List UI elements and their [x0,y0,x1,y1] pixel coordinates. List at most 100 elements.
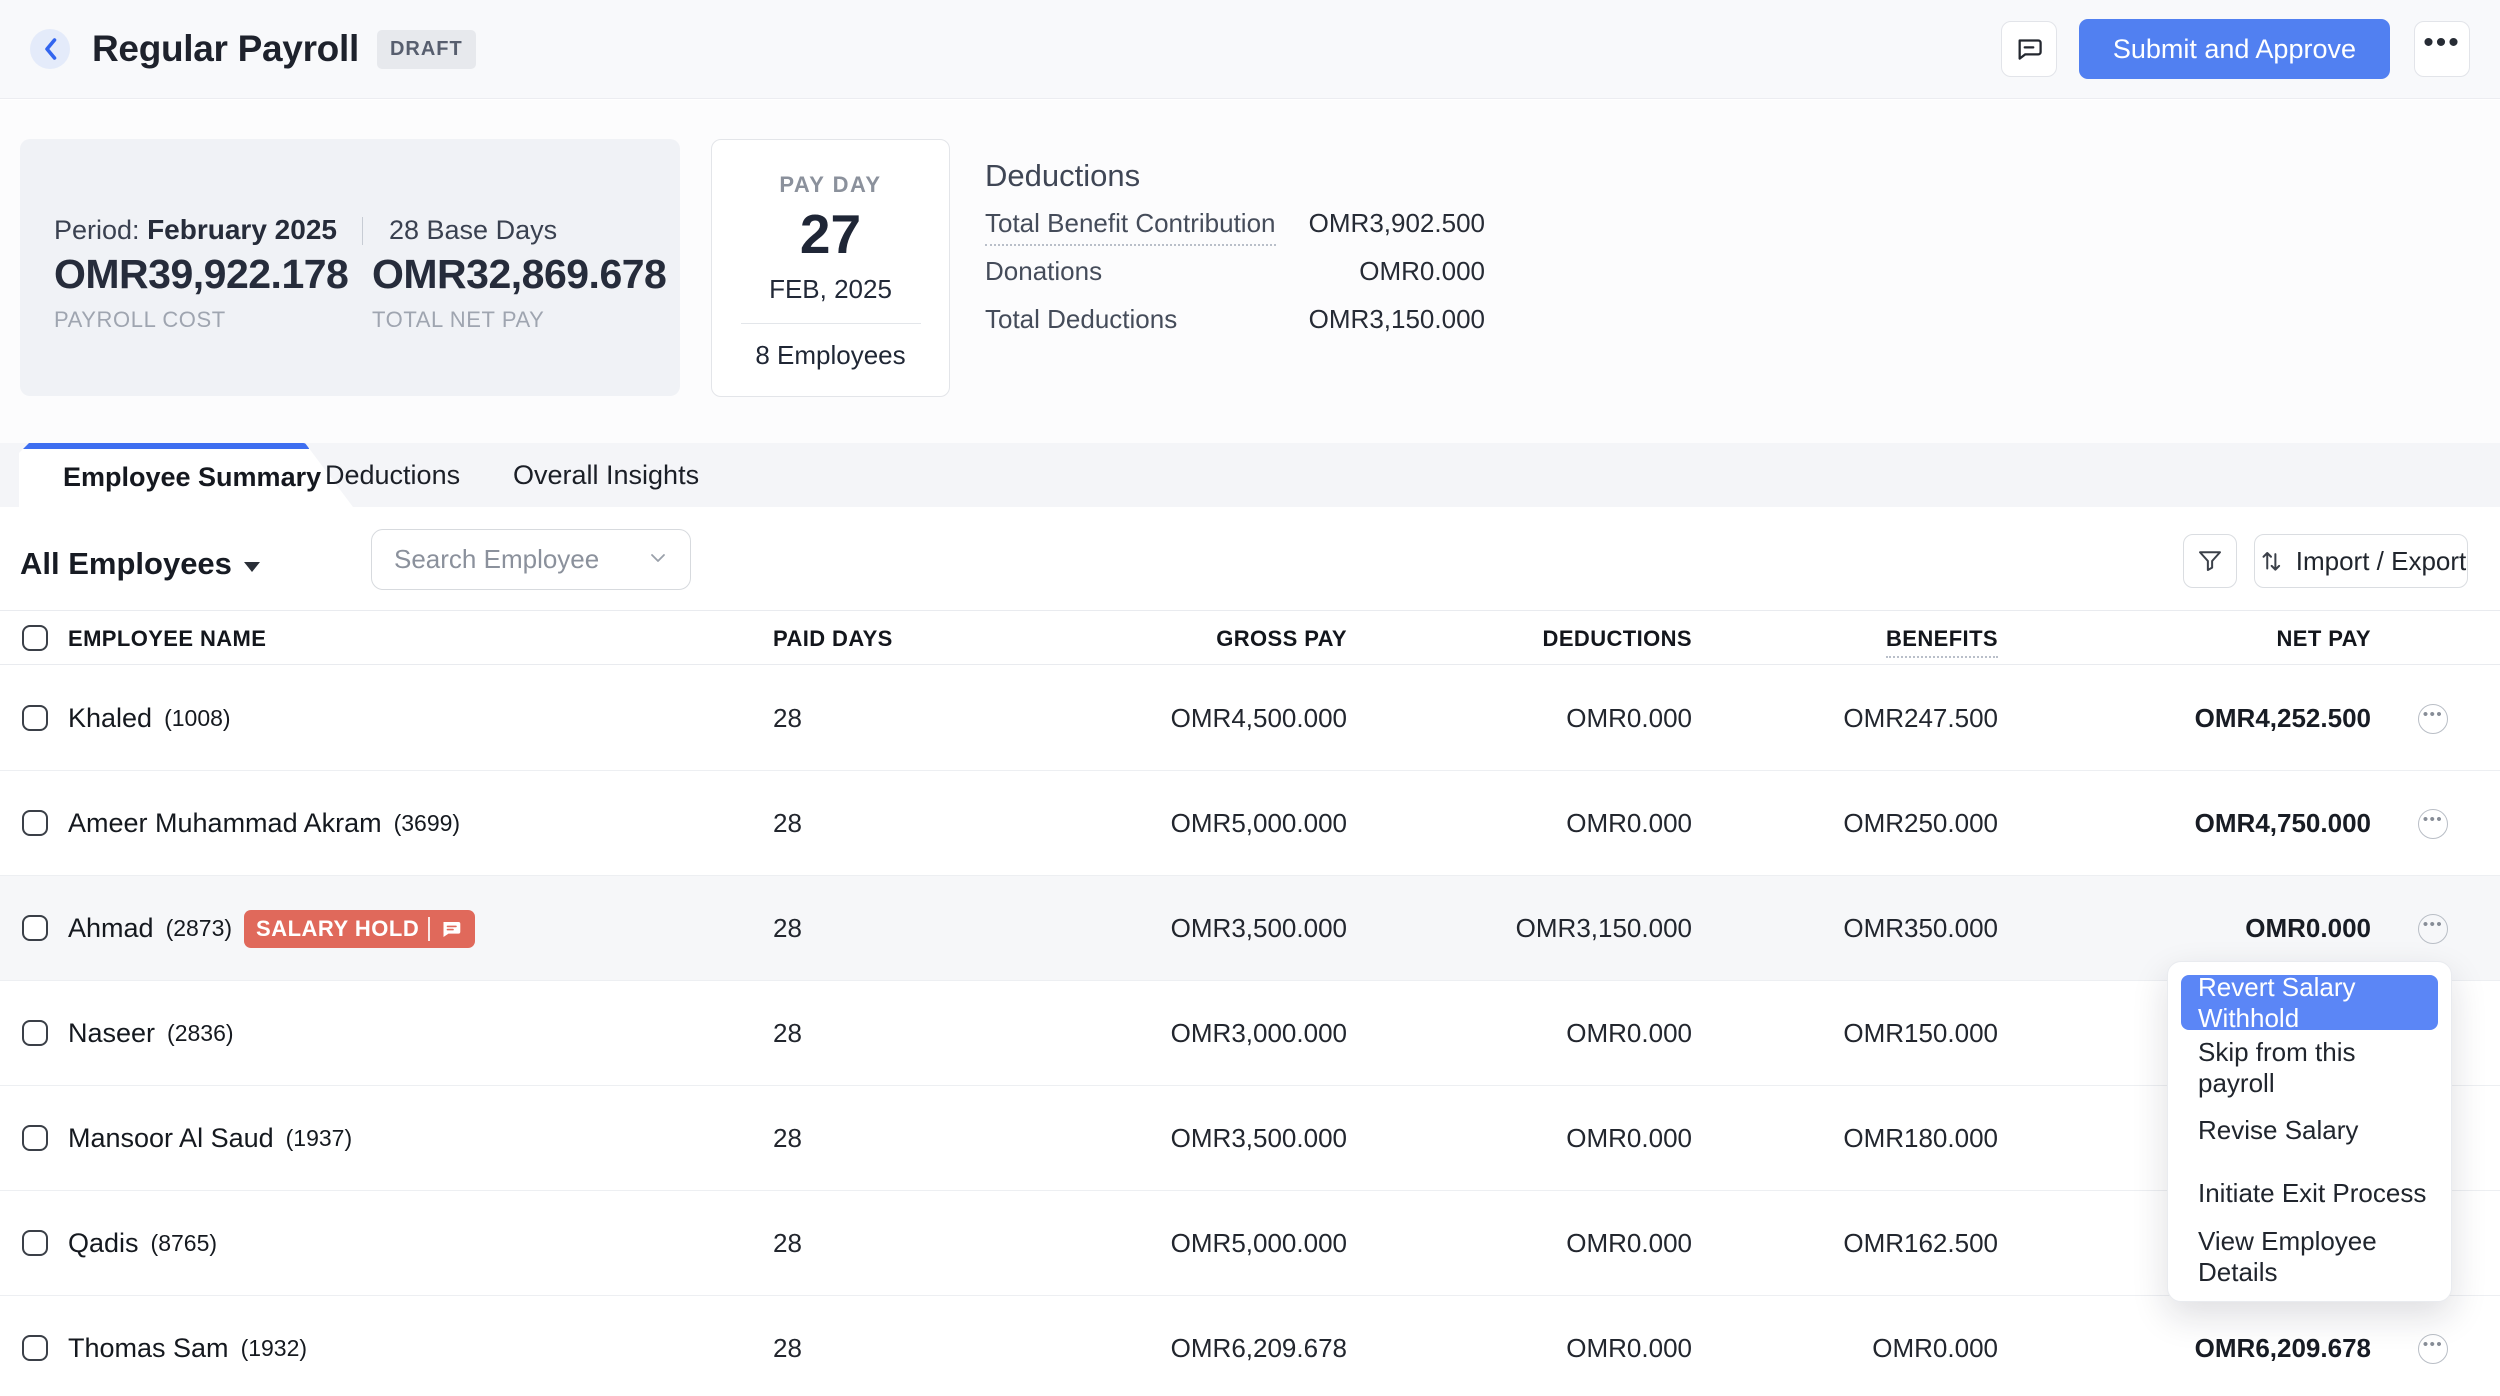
net-pay-cell: OMR4,750.000 [2195,771,2371,876]
row-checkbox[interactable] [22,1020,48,1046]
import-export-label: Import / Export [2296,546,2467,577]
caret-down-icon [244,562,260,572]
table-row: Ameer Muhammad Akram (3699) 28 OMR5,000.… [0,771,2500,876]
salary-hold-badge[interactable]: SALARY HOLD [244,910,475,948]
comment-icon [439,917,463,941]
employee-name[interactable]: Mansoor Al Saud [68,1123,274,1154]
net-pay-cell: OMR4,252.500 [2195,666,2371,771]
row-checkbox[interactable] [22,915,48,941]
employee-name-cell: Mansoor Al Saud (1937) [68,1086,352,1191]
pay-day-month-year: FEB, 2025 [769,274,892,305]
employee-name-cell: Thomas Sam (1932) [68,1296,307,1396]
tab-employee-summary[interactable]: Employee Summary [19,443,353,507]
comment-icon [2013,33,2045,65]
table-row: Mansoor Al Saud (1937) 28 OMR3,500.000 O… [0,1086,2500,1191]
ellipsis-icon: ••• [2423,711,2443,719]
menu-item-revert-salary-withhold[interactable]: Revert Salary Withhold [2181,975,2438,1030]
row-checkbox[interactable] [22,705,48,731]
employee-filter-label: All Employees [20,546,232,581]
payroll-run-page: Regular Payroll DRAFT Submit and Approve… [0,0,2500,1396]
employee-name-cell: Naseer (2836) [68,981,234,1086]
tab-bar: Employee Summary Deductions Overall Insi… [0,443,2500,507]
table-row: Ahmad (2873) SALARY HOLD 28 OMR3,500.000… [0,876,2500,981]
menu-item-revise-salary[interactable]: Revise Salary [2181,1099,2438,1162]
row-checkbox[interactable] [22,1125,48,1151]
benefits-cell: OMR0.000 [1872,1296,1998,1396]
employee-filter-dropdown[interactable]: All Employees [20,546,260,582]
filter-button[interactable] [2183,534,2237,588]
menu-item-view-employee-details[interactable]: View Employee Details [2181,1225,2438,1288]
employee-table-body: Khaled (1008) 28 OMR4,500.000 OMR0.000 O… [0,666,2500,1396]
gross-pay-cell: OMR3,500.000 [1171,1086,1347,1191]
divider [362,217,363,245]
ellipsis-icon: ••• [2423,816,2443,824]
table-header: EMPLOYEE NAME PAID DAYS GROSS PAY DEDUCT… [0,610,2500,665]
net-pay-cell: OMR6,209.678 [2195,1296,2371,1396]
filter-icon [2195,546,2225,576]
deductions-panel-title: Deductions [985,158,1140,194]
gross-pay-cell: OMR4,500.000 [1171,666,1347,771]
employee-id: (1937) [286,1125,352,1152]
search-employee-combobox[interactable]: Search Employee [371,529,691,590]
table-row: Naseer (2836) 28 OMR3,000.000 OMR0.000 O… [0,981,2500,1086]
row-actions-button[interactable]: ••• [2418,1334,2448,1364]
deduction-row: Donations OMR0.000 [985,256,1485,292]
import-export-button[interactable]: Import / Export [2254,534,2468,588]
employee-name[interactable]: Qadis [68,1228,139,1259]
more-actions-button[interactable]: ••• [2414,21,2470,77]
search-placeholder: Search Employee [394,530,599,589]
payroll-cost-value: OMR39,922.178 [54,251,348,298]
summary-section: Period: February 2025 28 Base Days OMR39… [0,100,2500,443]
back-icon [42,37,58,61]
column-gross-pay: GROSS PAY [1216,611,1347,666]
paid-days-cell: 28 [773,1086,802,1191]
back-button[interactable] [30,29,70,69]
paid-days-cell: 28 [773,981,802,1086]
deductions-cell: OMR3,150.000 [1516,876,1692,981]
employee-name[interactable]: Ameer Muhammad Akram [68,808,382,839]
select-all-checkbox[interactable] [22,625,48,651]
row-actions-button[interactable]: ••• [2418,914,2448,944]
employee-name[interactable]: Khaled [68,703,152,734]
employee-name[interactable]: Thomas Sam [68,1333,229,1364]
deductions-cell: OMR0.000 [1566,771,1692,876]
row-checkbox[interactable] [22,1335,48,1361]
payroll-cost-label: PAYROLL COST [54,307,226,333]
deductions-cell: OMR0.000 [1566,981,1692,1086]
employee-name-cell: Ameer Muhammad Akram (3699) [68,771,460,876]
employee-name[interactable]: Ahmad [68,913,154,944]
row-actions-button[interactable]: ••• [2418,704,2448,734]
tab-overall-insights[interactable]: Overall Insights [513,443,699,507]
import-export-icon [2256,546,2286,576]
status-badge: DRAFT [377,30,476,69]
period-row: Period: February 2025 28 Base Days [54,214,557,246]
row-checkbox[interactable] [22,1230,48,1256]
column-benefits: BENEFITS [1886,611,1998,666]
submit-and-approve-button[interactable]: Submit and Approve [2079,19,2390,79]
gross-pay-cell: OMR5,000.000 [1171,1191,1347,1296]
menu-item-skip-from-this-payroll[interactable]: Skip from this payroll [2181,1036,2438,1099]
pay-day-label: PAY DAY [779,172,881,198]
tab-label: Employee Summary [63,443,321,511]
comment-button[interactable] [2001,21,2057,77]
deductions-cell: OMR0.000 [1566,1296,1692,1396]
employee-id: (1932) [241,1335,307,1362]
payroll-summary-card: Period: February 2025 28 Base Days OMR39… [20,139,680,396]
gross-pay-cell: OMR6,209.678 [1171,1296,1347,1396]
pay-day-card: PAY DAY 27 FEB, 2025 8 Employees [711,139,950,397]
table-row: Khaled (1008) 28 OMR4,500.000 OMR0.000 O… [0,666,2500,771]
deductions-cell: OMR0.000 [1566,1191,1692,1296]
total-benefit-contribution-value: OMR3,902.500 [1309,208,1485,239]
employee-name[interactable]: Naseer [68,1018,155,1049]
row-checkbox[interactable] [22,810,48,836]
menu-item-initiate-exit-process[interactable]: Initiate Exit Process [2181,1162,2438,1225]
tab-deductions[interactable]: Deductions [325,443,460,507]
gross-pay-cell: OMR5,000.000 [1171,771,1347,876]
paid-days-cell: 28 [773,666,802,771]
total-net-pay-label: TOTAL NET PAY [372,307,544,333]
ellipsis-icon: ••• [2423,33,2461,53]
total-benefit-contribution-label[interactable]: Total Benefit Contribution [985,208,1276,246]
period-label: Period: [54,215,140,245]
row-actions-button[interactable]: ••• [2418,809,2448,839]
ellipsis-icon: ••• [2423,921,2443,929]
